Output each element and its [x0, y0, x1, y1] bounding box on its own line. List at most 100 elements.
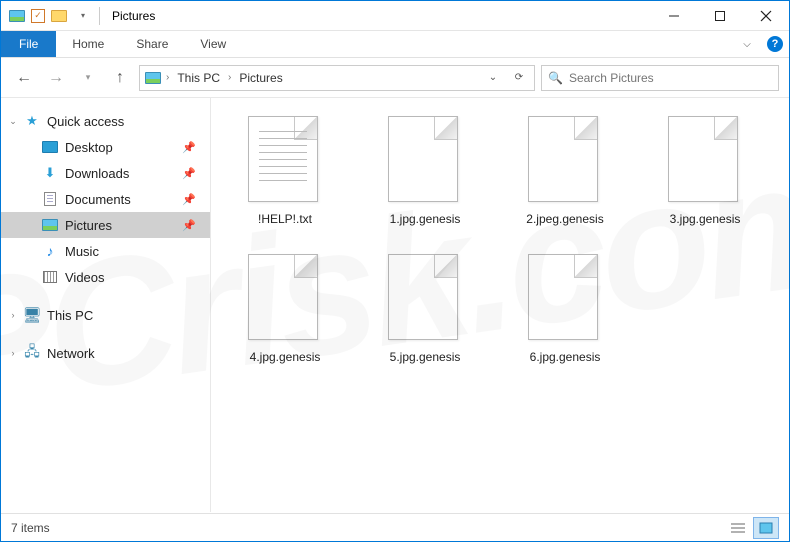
refresh-button[interactable]: ⟳: [508, 72, 530, 83]
up-button[interactable]: ↑: [107, 65, 133, 91]
unknown-file-icon: [388, 254, 458, 340]
thumbnails-view-button[interactable]: [753, 517, 779, 539]
qat-folder-icon[interactable]: [49, 6, 69, 26]
tree-label: Documents: [65, 192, 131, 207]
star-icon: ★: [23, 113, 41, 129]
window-title: Pictures: [112, 9, 155, 23]
collapse-icon[interactable]: ⌄: [7, 116, 19, 127]
title-bar: ✓ ▾ Pictures: [1, 1, 789, 31]
file-name: 1.jpg.genesis: [390, 212, 461, 226]
tab-home[interactable]: Home: [56, 31, 120, 57]
breadcrumb-pictures[interactable]: Pictures: [235, 71, 286, 85]
file-list[interactable]: !HELP!.txt 1.jpg.genesis 2.jpeg.genesis …: [211, 98, 789, 512]
unknown-file-icon: [668, 116, 738, 202]
pin-icon: 📌: [182, 219, 196, 232]
file-item[interactable]: !HELP!.txt: [215, 116, 355, 254]
file-item[interactable]: 1.jpg.genesis: [355, 116, 495, 254]
unknown-file-icon: [528, 254, 598, 340]
downloads-icon: ⬇: [41, 165, 59, 181]
network-icon: 🖧: [23, 345, 41, 361]
file-name: !HELP!.txt: [258, 212, 312, 226]
file-item[interactable]: 3.jpg.genesis: [635, 116, 775, 254]
tree-item-desktop[interactable]: Desktop 📌: [1, 134, 210, 160]
maximize-icon: [714, 10, 726, 22]
status-bar: 7 items: [1, 513, 789, 541]
search-box[interactable]: 🔍: [541, 65, 779, 91]
pc-icon: 🖥: [23, 307, 41, 323]
back-button[interactable]: ←: [11, 65, 37, 91]
tree-item-music[interactable]: ♪ Music: [1, 238, 210, 264]
unknown-file-icon: [388, 116, 458, 202]
pin-icon: 📌: [182, 193, 196, 206]
help-icon: ?: [767, 36, 783, 52]
recent-dropdown-icon[interactable]: ▾: [75, 65, 101, 91]
navigation-pane: ⌄ ★ Quick access Desktop 📌 ⬇ Downloads 📌…: [1, 98, 211, 512]
file-item[interactable]: 2.jpeg.genesis: [495, 116, 635, 254]
file-item[interactable]: 4.jpg.genesis: [215, 254, 355, 392]
minimize-icon: [668, 10, 680, 22]
tree-label: Downloads: [65, 166, 129, 181]
item-count: 7 items: [11, 521, 50, 535]
tree-item-downloads[interactable]: ⬇ Downloads 📌: [1, 160, 210, 186]
tab-view[interactable]: View: [184, 31, 242, 57]
tree-label: Pictures: [65, 218, 112, 233]
search-input[interactable]: [569, 71, 772, 85]
tree-this-pc[interactable]: › 🖥 This PC: [1, 302, 210, 328]
ribbon-expand-icon[interactable]: ⌵: [733, 31, 761, 57]
details-view-icon: [731, 522, 745, 534]
ribbon: File Home Share View ⌵ ?: [1, 31, 789, 58]
music-icon: ♪: [41, 243, 59, 259]
desktop-icon: [41, 139, 59, 155]
file-name: 4.jpg.genesis: [250, 350, 321, 364]
tree-item-pictures[interactable]: Pictures 📌: [1, 212, 210, 238]
close-button[interactable]: [743, 1, 789, 31]
qat-dropdown-icon[interactable]: ▾: [73, 6, 93, 26]
details-view-button[interactable]: [725, 517, 751, 539]
forward-button[interactable]: →: [43, 65, 69, 91]
tree-label: Network: [47, 346, 95, 361]
tree-label: Music: [65, 244, 99, 259]
address-dropdown-icon[interactable]: ⌄: [482, 72, 504, 83]
divider: [99, 7, 100, 25]
pin-icon: 📌: [182, 167, 196, 180]
videos-icon: [41, 269, 59, 285]
file-name: 2.jpeg.genesis: [526, 212, 603, 226]
tree-label: This PC: [47, 308, 93, 323]
close-icon: [760, 10, 772, 22]
expand-icon[interactable]: ›: [7, 310, 19, 320]
pictures-icon: [41, 217, 59, 233]
file-name: 5.jpg.genesis: [390, 350, 461, 364]
tree-quick-access[interactable]: ⌄ ★ Quick access: [1, 108, 210, 134]
navigation-bar: ← → ▾ ↑ › This PC › Pictures ⌄ ⟳ 🔍: [1, 58, 789, 98]
qat-properties-icon[interactable]: ✓: [31, 9, 45, 23]
expand-icon[interactable]: ›: [7, 348, 19, 358]
tree-label: Videos: [65, 270, 105, 285]
tree-item-videos[interactable]: Videos: [1, 264, 210, 290]
chevron-right-icon[interactable]: ›: [166, 72, 169, 83]
help-button[interactable]: ?: [761, 31, 789, 57]
unknown-file-icon: [248, 254, 318, 340]
minimize-button[interactable]: [651, 1, 697, 31]
tree-item-documents[interactable]: Documents 📌: [1, 186, 210, 212]
pin-icon: 📌: [182, 141, 196, 154]
file-item[interactable]: 6.jpg.genesis: [495, 254, 635, 392]
text-file-icon: [248, 116, 318, 202]
tree-network[interactable]: › 🖧 Network: [1, 340, 210, 366]
file-name: 3.jpg.genesis: [670, 212, 741, 226]
chevron-right-icon[interactable]: ›: [228, 72, 231, 83]
file-item[interactable]: 5.jpg.genesis: [355, 254, 495, 392]
maximize-button[interactable]: [697, 1, 743, 31]
address-bar[interactable]: › This PC › Pictures ⌄ ⟳: [139, 65, 535, 91]
tree-label: Desktop: [65, 140, 113, 155]
location-icon: [144, 70, 162, 86]
tree-label: Quick access: [47, 114, 124, 129]
file-name: 6.jpg.genesis: [530, 350, 601, 364]
app-icon: [7, 6, 27, 26]
search-icon: 🔍: [548, 71, 563, 85]
file-tab[interactable]: File: [1, 31, 56, 57]
breadcrumb-thispc[interactable]: This PC: [173, 71, 224, 85]
documents-icon: [41, 191, 59, 207]
unknown-file-icon: [528, 116, 598, 202]
tab-share[interactable]: Share: [120, 31, 184, 57]
thumbnails-view-icon: [759, 522, 773, 534]
